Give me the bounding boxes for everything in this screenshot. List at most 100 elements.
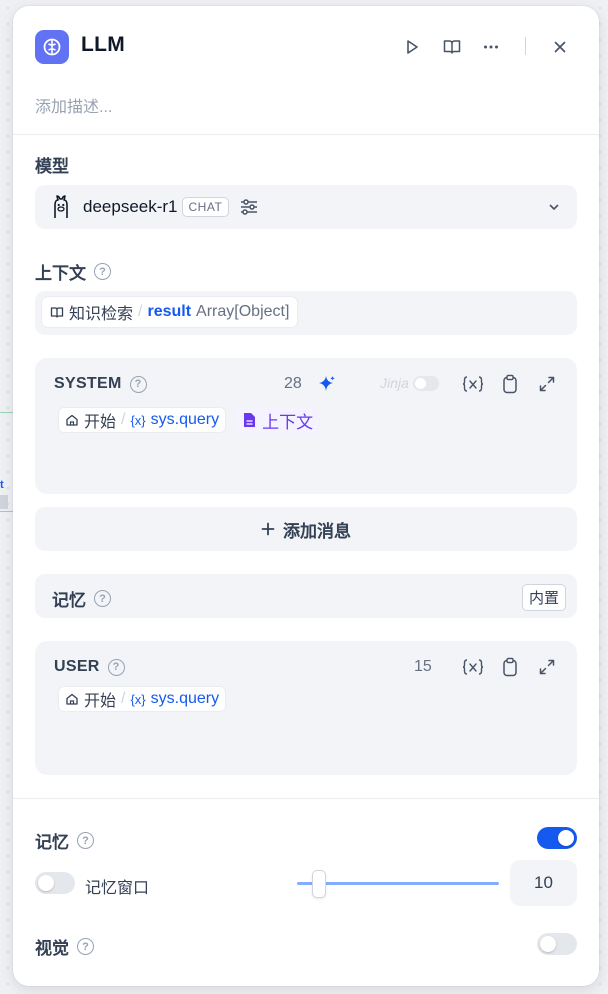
sparkle-icon: [319, 376, 335, 391]
context-variable-type: Array[Object]: [196, 303, 290, 320]
context-tag-label: 上下文: [262, 412, 314, 432]
run-button[interactable]: [399, 34, 425, 60]
variable-separator: /: [121, 690, 126, 707]
variable-chip[interactable]: 开始 / {x} sys.query: [58, 407, 227, 433]
context-variable-chip[interactable]: 知识检索 / result Array[Object]: [41, 296, 299, 328]
system-role-label: SYSTEM: [54, 375, 122, 392]
add-message-button[interactable]: 添加消息: [35, 507, 577, 551]
variable-separator: /: [121, 411, 126, 428]
memory-row-label: 记忆: [52, 591, 86, 610]
system-prompt-content[interactable]: 开始 / {x} sys.query 上下文: [58, 407, 320, 433]
context-section-label: 上下文 ?: [35, 259, 111, 284]
file-icon: [244, 413, 256, 427]
memory-window-input[interactable]: 10: [510, 860, 577, 906]
expand-icon: [539, 659, 555, 675]
user-role-label: USER: [54, 658, 100, 675]
expand-icon: [539, 376, 555, 392]
system-prompt-header: SYSTEM ?: [54, 375, 147, 393]
user-token-count: 15: [414, 658, 432, 675]
insert-variable-button[interactable]: [460, 654, 486, 680]
add-message-label: 添加消息: [283, 521, 351, 541]
copy-icon: [503, 374, 517, 394]
llm-node-panel: LLM 添加描述... 模型 deepseek-r1 CHAT 上下文 ? 知识…: [13, 6, 599, 986]
variable-node-name: 开始: [84, 693, 117, 710]
model-logo-icon: [54, 195, 68, 218]
help-icon[interactable]: ?: [94, 590, 111, 607]
context-label: 上下文: [35, 264, 86, 283]
home-icon: [66, 414, 78, 426]
help-icon[interactable]: ?: [77, 938, 94, 955]
docs-button[interactable]: [439, 34, 465, 60]
jinja-toggle[interactable]: Jinja: [380, 375, 439, 391]
copy-icon: [503, 657, 517, 677]
header-separator: [13, 134, 599, 135]
jinja-label: Jinja: [380, 375, 409, 391]
memory-window-label: 记忆窗口: [85, 880, 150, 897]
user-prompt-editor[interactable]: USER ? 15 开始 / {x} sys.query: [35, 641, 577, 775]
jinja-switch[interactable]: [412, 375, 439, 391]
header-divider: [525, 37, 526, 55]
memory-window-toggle[interactable]: [35, 872, 75, 894]
more-icon: [484, 45, 498, 49]
vision-section-label: 视觉 ?: [35, 934, 94, 959]
help-icon[interactable]: ?: [129, 375, 147, 393]
copy-button[interactable]: [497, 654, 523, 680]
plus-icon: [261, 522, 275, 536]
settings-sliders-icon: [241, 199, 258, 215]
variable-icon: {x}: [130, 412, 146, 428]
model-section-label: 模型: [35, 152, 69, 177]
help-icon[interactable]: ?: [94, 263, 111, 280]
context-tag[interactable]: 上下文: [236, 407, 320, 433]
variable-name: sys.query: [150, 411, 220, 428]
help-icon[interactable]: ?: [77, 832, 94, 849]
close-icon: [554, 41, 566, 53]
expand-button[interactable]: [534, 371, 560, 397]
memory-label: 记忆: [35, 833, 69, 852]
system-token-count: 28: [284, 375, 302, 392]
copy-button[interactable]: [497, 371, 523, 397]
variable-icon: [462, 376, 484, 392]
canvas-edge: t: [0, 412, 14, 512]
docs-icon: [443, 40, 461, 54]
llm-brain-icon: [35, 30, 69, 64]
close-button[interactable]: [547, 34, 573, 60]
canvas-edge-bar: [0, 495, 8, 509]
book-icon: [50, 307, 64, 318]
memory-toggle[interactable]: [537, 827, 577, 849]
run-icon: [407, 40, 418, 54]
context-knowledge-name: 知识检索: [69, 306, 134, 323]
more-button[interactable]: [478, 34, 504, 60]
variable-node-name: 开始: [84, 414, 117, 431]
context-variable-box[interactable]: 知识检索 / result Array[Object]: [35, 291, 577, 335]
home-icon: [66, 693, 78, 705]
panel-title: LLM: [81, 33, 126, 56]
prompt-generator-button[interactable]: [314, 371, 340, 397]
memory-window-slider[interactable]: [297, 882, 499, 885]
user-prompt-content[interactable]: 开始 / {x} sys.query: [58, 686, 227, 712]
context-chip-separator: /: [138, 303, 143, 320]
expand-button[interactable]: [534, 654, 560, 680]
context-variable-name: result: [147, 303, 192, 320]
model-name: deepseek-r1: [83, 197, 178, 216]
user-prompt-header: USER ?: [54, 658, 125, 676]
variable-icon: {x}: [130, 691, 146, 707]
memory-window-slider-handle[interactable]: [312, 870, 326, 898]
insert-variable-button[interactable]: [460, 371, 486, 397]
canvas-edge-mark: t: [0, 479, 4, 491]
memory-section-label: 记忆 ?: [35, 828, 94, 853]
model-settings-button[interactable]: [239, 197, 259, 217]
system-prompt-editor[interactable]: SYSTEM ? 28 Jinja 开始 / {x} sys.query 上下文: [35, 358, 577, 494]
memory-config-row: 记忆 ? 内置: [35, 574, 577, 618]
description-input[interactable]: 添加描述...: [35, 93, 112, 117]
panel-header: LLM: [13, 6, 599, 92]
vision-toggle[interactable]: [537, 933, 577, 955]
vision-label: 视觉: [35, 939, 69, 958]
model-mode-badge: CHAT: [181, 197, 230, 217]
help-icon[interactable]: ?: [107, 658, 125, 676]
variable-chip[interactable]: 开始 / {x} sys.query: [58, 686, 227, 712]
memory-row-label-group: 记忆 ?: [52, 586, 111, 611]
model-label: 模型: [35, 157, 69, 176]
chevron-down-icon: [549, 204, 559, 210]
model-selector[interactable]: deepseek-r1 CHAT: [35, 185, 577, 229]
variable-name: sys.query: [150, 690, 220, 707]
